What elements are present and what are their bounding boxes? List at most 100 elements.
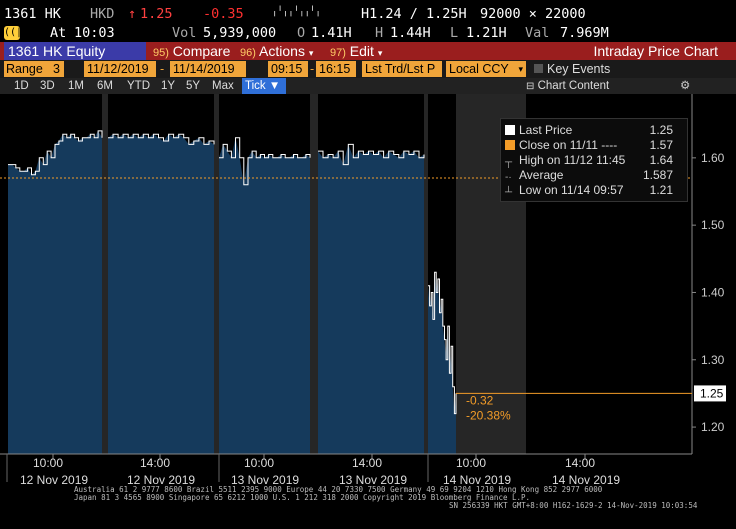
x-tick-time: 14:00 [352, 456, 382, 470]
legend-label: Low on 11/14 09:57 [519, 183, 624, 197]
average-marker-icon: -· [505, 172, 512, 183]
period-ytd[interactable]: YTD [127, 78, 150, 94]
tick-button[interactable]: Tick ▼ [242, 78, 286, 94]
period-1d[interactable]: 1D [14, 78, 29, 94]
start-date-field[interactable]: 11/12/2019 [84, 61, 156, 77]
low-marker-icon: ┴ [505, 187, 513, 198]
down-arrow-icon: ↑ [128, 6, 137, 22]
x-tick-time: 10:00 [33, 456, 63, 470]
legend-close: Close on 11/11 ---- [505, 138, 617, 153]
legend-label: Last Price [519, 123, 573, 137]
chart-legend[interactable]: Last Price 1.25 Close on 11/11 ---- 1.57… [500, 118, 688, 202]
legend-swatch [505, 125, 515, 135]
period-5y[interactable]: 5Y [186, 78, 200, 94]
page-title: Intraday Price Chart [593, 43, 719, 59]
chart-content-menu[interactable]: ⊟ Chart Content [526, 78, 609, 95]
x-axis: 10:0012 Nov 201914:0012 Nov 201910:0013 … [0, 453, 692, 486]
compare-number: 95) [153, 47, 169, 59]
chart-content-icon: ⊟ [526, 81, 535, 92]
net-change: -0.35 [203, 6, 244, 22]
last-trade-time: 10:03 [74, 25, 115, 41]
period-3d[interactable]: 3D [40, 78, 55, 94]
low-suffix: H [498, 25, 507, 41]
x-tick-time: 14:00 [565, 456, 595, 470]
quote-row-2: ((| At 10:03 Vol 5,939,000 O 1.41H H 1.4… [0, 24, 736, 42]
volume-label: Vol [172, 25, 197, 41]
bid-ask-suffix: H [458, 6, 467, 22]
legend-value: 1.587 [642, 168, 673, 182]
end-date-field[interactable]: 11/14/2019 [170, 61, 246, 77]
bid-ask-label: H [361, 6, 370, 22]
x-tick-time: 14:00 [140, 456, 170, 470]
actions-button[interactable]: 96) Actions ▾ [240, 42, 313, 60]
edit-dropdown-icon: ▾ [377, 48, 383, 58]
legend-last-price: Last Price [505, 123, 572, 138]
legend-low: ┴ Low on 11/14 09:57 [505, 183, 624, 198]
footer-session-info: SN 256339 HKT GMT+8:00 H162-1629-2 14-No… [449, 501, 698, 510]
session-area [8, 130, 102, 454]
legend-label: High on 11/12 11:45 [519, 153, 626, 167]
legend-value: 1.25 [649, 123, 673, 137]
end-time-field[interactable]: 16:15 [316, 61, 356, 77]
date-separator: - [160, 62, 165, 76]
y-tick-label: 1.40 [701, 285, 725, 299]
period-row: 1D 3D 1M 6M YTD 1Y 5Y Max Tick ▼ ⊟ Chart… [0, 78, 736, 94]
break-column [310, 94, 318, 454]
break-column [424, 94, 428, 454]
edit-button[interactable]: 97) Edit ▾ [330, 42, 382, 60]
gear-icon[interactable]: ⚙ [680, 78, 690, 94]
bid-ask: 1.24 / 1.25 [369, 6, 459, 22]
period-1m[interactable]: 1M [68, 78, 84, 94]
ticker-symbol[interactable]: 1361 HK [4, 6, 61, 22]
break-column [102, 94, 108, 454]
quote-row-1: 1361 HK HKD ↑ 1.25 -0.35 ╷╵╷╷╵╷╷╵╷ H1.24… [0, 4, 736, 24]
session-area [318, 144, 424, 454]
legend-value: 1.57 [649, 138, 673, 152]
range-row: Range 3 11/12/2019 - 11/14/2019 09:15 - 1… [0, 60, 736, 78]
edit-label: Edit [349, 43, 374, 59]
key-events-label: Key Events [547, 62, 611, 76]
traded-value: 7.969M [560, 25, 609, 41]
legend-label: Average [519, 168, 564, 182]
key-events-toggle[interactable]: Key Events [534, 61, 610, 77]
alert-icon[interactable]: ((| [4, 25, 22, 41]
security-field[interactable]: 1361 HK Equity [4, 42, 146, 60]
currency-value: Local CCY [449, 62, 509, 76]
footer: Australia 61 2 9777 8600 Brazil 5511 239… [0, 486, 736, 510]
high-suffix: H [422, 25, 431, 41]
at-label: At [50, 25, 67, 41]
session-area [219, 137, 310, 454]
period-6m[interactable]: 6M [97, 78, 113, 94]
actions-number: 96) [240, 47, 256, 59]
annotation-change: -0.32 [466, 393, 494, 407]
currency: HKD [90, 6, 115, 22]
period-1y[interactable]: 1Y [161, 78, 175, 94]
compare-button[interactable]: 95) Compare [153, 42, 230, 60]
start-time-field[interactable]: 09:15 [268, 61, 308, 77]
open-suffix: H [343, 25, 352, 41]
y-tick-label: 1.50 [701, 218, 725, 232]
price-series [8, 130, 457, 455]
break-column [214, 94, 219, 454]
time-separator: - [310, 62, 315, 76]
value-label: Val [525, 25, 550, 41]
y-tick-label: 1.60 [701, 151, 725, 165]
y-tick-label: 1.20 [701, 420, 725, 434]
market-select[interactable]: Lst Trd/Lst P [362, 61, 442, 77]
high-marker-icon: ┬ [505, 157, 513, 168]
checkbox-icon [534, 64, 543, 73]
currency-select[interactable]: Local CCY ▾ [446, 61, 526, 77]
legend-average: -· Average [505, 168, 563, 183]
high-label: H [375, 25, 384, 41]
last-price: 1.25 [140, 6, 173, 22]
high-price: 1.44 [390, 25, 423, 41]
legend-swatch [505, 140, 515, 150]
legend-label: Close on 11/11 ---- [519, 138, 618, 152]
range-label-text: Range [6, 62, 43, 76]
period-max[interactable]: Max [212, 78, 234, 94]
x-tick-time: 10:00 [244, 456, 274, 470]
function-toolbar: 1361 HK Equity 95) Compare 96) Actions ▾… [0, 42, 736, 60]
range-label[interactable]: Range 3 [4, 61, 64, 77]
annotation-percent: -20.38% [466, 408, 511, 422]
low-label: L [450, 25, 459, 41]
